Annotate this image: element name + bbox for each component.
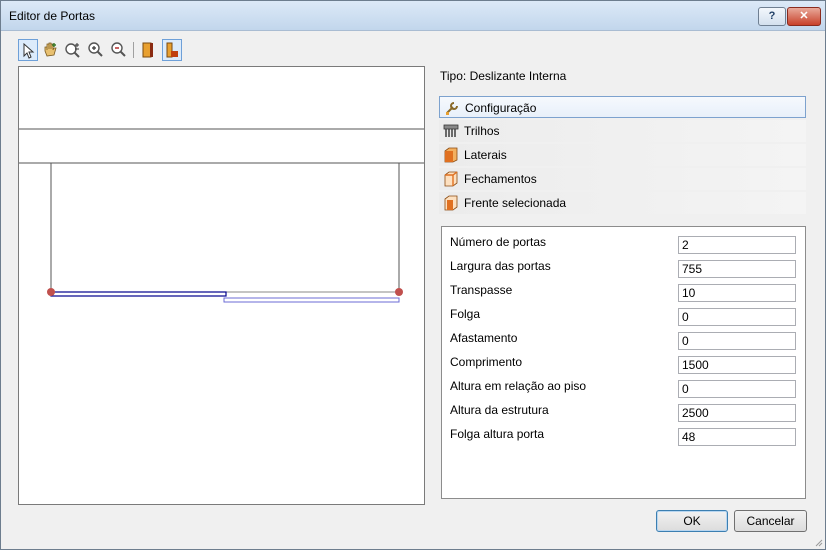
- zoom-plus-minus-icon: [65, 43, 80, 58]
- wrench-icon: [446, 102, 458, 115]
- folga-altura-porta-input[interactable]: [678, 428, 796, 446]
- door-type-label: Tipo: Deslizante Interna: [440, 69, 567, 83]
- property-row: Folga altura porta: [442, 424, 805, 448]
- properties-panel: Número de portas Largura das portas Tran…: [441, 226, 806, 499]
- numero-de-portas-input[interactable]: [678, 236, 796, 254]
- property-label: Número de portas: [450, 235, 547, 249]
- title-bar[interactable]: Editor de Portas ? ✕: [1, 1, 825, 31]
- door-editor-window: Editor de Portas ? ✕ Tipo: Deslizante In…: [0, 0, 826, 550]
- ok-button[interactable]: OK: [656, 510, 728, 532]
- rails-icon: [443, 124, 459, 137]
- property-row: Folga: [442, 304, 805, 328]
- door-side-icon: [166, 42, 178, 58]
- help-button[interactable]: ?: [758, 7, 786, 26]
- zoom-in-icon: [88, 42, 103, 57]
- window-title: Editor de Portas: [9, 9, 96, 23]
- section-list: Configuração Trilhos Laterais Fechamento…: [439, 96, 806, 216]
- cancel-button[interactable]: Cancelar: [734, 510, 807, 532]
- largura-das-portas-input[interactable]: [678, 260, 796, 278]
- section-label: Frente selecionada: [464, 196, 567, 210]
- select-tool-button[interactable]: [18, 39, 38, 61]
- section-label: Configuração: [465, 101, 537, 115]
- property-row: Largura das portas: [442, 256, 805, 280]
- door-back-panel: [223, 297, 400, 303]
- property-label: Folga altura porta: [450, 427, 545, 441]
- section-frente-selecionada[interactable]: Frente selecionada: [439, 192, 806, 214]
- comprimento-input[interactable]: [678, 356, 796, 374]
- property-label: Altura da estrutura: [450, 403, 549, 417]
- door-front-panel: [50, 291, 227, 297]
- folga-input[interactable]: [678, 308, 796, 326]
- altura-relacao-piso-input[interactable]: [678, 380, 796, 398]
- property-row: Altura da estrutura: [442, 400, 805, 424]
- door-view-front-tool-button[interactable]: [138, 39, 158, 61]
- zoom-out-tool-button[interactable]: [109, 39, 129, 61]
- cursor-arrow-icon: [23, 42, 35, 59]
- transpasse-input[interactable]: [678, 284, 796, 302]
- property-row: Afastamento: [442, 328, 805, 352]
- afastamento-input[interactable]: [678, 332, 796, 350]
- section-configuracao[interactable]: Configuração: [439, 96, 806, 118]
- section-label: Trilhos: [464, 124, 500, 138]
- resize-grip-icon[interactable]: [813, 537, 823, 547]
- door-front-icon: [142, 42, 153, 58]
- front-panel-icon: [444, 195, 458, 211]
- door-drawing-canvas[interactable]: [18, 66, 425, 505]
- close-button[interactable]: ✕: [787, 7, 821, 26]
- pivot-left: [47, 288, 55, 296]
- property-row: Comprimento: [442, 352, 805, 376]
- toolbar-separator: [133, 42, 134, 58]
- property-label: Transpasse: [450, 283, 513, 297]
- property-row: Número de portas: [442, 232, 805, 256]
- section-label: Fechamentos: [464, 172, 537, 186]
- section-fechamentos[interactable]: Fechamentos: [439, 168, 806, 190]
- property-label: Largura das portas: [450, 259, 551, 273]
- zoom-plus-minus-tool-button[interactable]: [63, 39, 83, 61]
- property-label: Comprimento: [450, 355, 523, 369]
- closure-icon: [444, 171, 458, 187]
- property-label: Folga: [450, 307, 481, 321]
- section-label: Laterais: [464, 148, 507, 162]
- pivot-right: [395, 288, 403, 296]
- property-label: Afastamento: [450, 331, 518, 345]
- section-trilhos[interactable]: Trilhos: [439, 120, 806, 142]
- hand-pan-icon: [44, 42, 57, 57]
- zoom-out-icon: [111, 42, 126, 57]
- side-panel-icon: [444, 147, 458, 163]
- section-laterais[interactable]: Laterais: [439, 144, 806, 166]
- door-view-side-tool-button[interactable]: [162, 39, 182, 61]
- property-label: Altura em relação ao piso: [450, 379, 587, 393]
- pan-tool-button[interactable]: [40, 39, 60, 61]
- property-row: Altura em relação ao piso: [442, 376, 805, 400]
- altura-estrutura-input[interactable]: [678, 404, 796, 422]
- door-plan-drawing: [19, 128, 424, 303]
- zoom-in-tool-button[interactable]: [86, 39, 106, 61]
- property-row: Transpasse: [442, 280, 805, 304]
